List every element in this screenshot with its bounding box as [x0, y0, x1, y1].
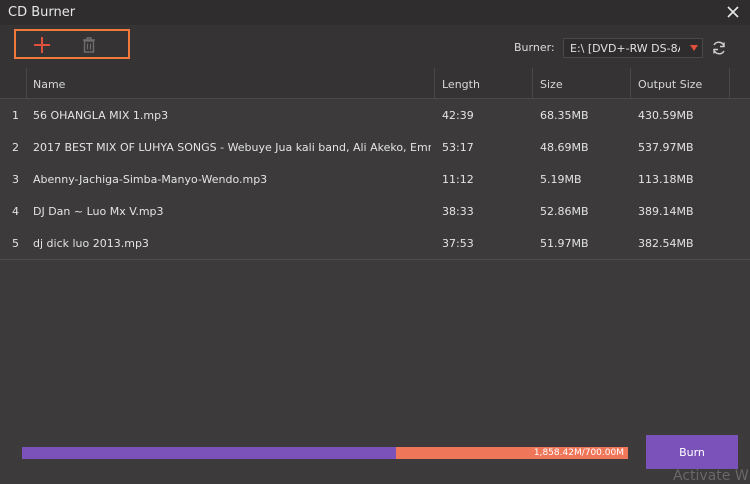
row-length: 42:39 — [442, 109, 474, 122]
row-output-size: 537.97MB — [638, 141, 694, 154]
row-output-size: 113.18MB — [638, 173, 694, 186]
row-name: dj dick luo 2013.mp3 — [33, 237, 149, 250]
row-output-size: 389.14MB — [638, 205, 694, 218]
table-header: Name Length Size Output Size — [0, 68, 750, 99]
toolbar: Burner: E:\ [DVD+-RW DS-8A8SI — [0, 25, 750, 68]
activation-watermark: Activate W — [673, 468, 749, 484]
row-name: Abenny-Jachiga-Simba-Manyo-Wendo.mp3 — [33, 173, 268, 186]
row-output-size: 382.54MB — [638, 237, 694, 250]
row-index: 1 — [12, 109, 19, 122]
title-bar: CD Burner — [0, 0, 750, 25]
row-size: 51.97MB — [540, 237, 589, 250]
window-title: CD Burner — [8, 5, 76, 20]
row-length: 11:12 — [442, 173, 474, 186]
row-length: 53:17 — [442, 141, 474, 154]
column-divider — [434, 68, 435, 98]
row-index: 3 — [12, 173, 19, 186]
row-index: 2 — [12, 141, 19, 154]
row-name: 56 OHANGLA MIX 1.mp3 — [33, 109, 169, 122]
row-size: 5.19MB — [540, 173, 582, 186]
burn-button[interactable]: Burn — [646, 435, 738, 469]
row-size: 68.35MB — [540, 109, 589, 122]
capacity-progress-bar: 1,858.42M/700.00M — [22, 447, 628, 459]
row-index: 5 — [12, 237, 19, 250]
burner-select[interactable]: E:\ [DVD+-RW DS-8A8SI — [563, 38, 703, 58]
column-divider — [26, 68, 27, 98]
row-length: 38:33 — [442, 205, 474, 218]
refresh-icon[interactable] — [711, 40, 727, 56]
column-header-length[interactable]: Length — [442, 78, 480, 91]
column-header-name[interactable]: Name — [33, 78, 65, 91]
table-row[interactable]: 3 Abenny-Jachiga-Simba-Manyo-Wendo.mp3 1… — [0, 163, 750, 196]
row-length: 37:53 — [442, 237, 474, 250]
row-size: 48.69MB — [540, 141, 589, 154]
capacity-progress-text: 1,858.42M/700.00M — [533, 448, 624, 458]
capacity-progress-fill — [22, 447, 396, 459]
column-divider — [532, 68, 533, 98]
table-row[interactable]: 1 56 OHANGLA MIX 1.mp3 42:39 68.35MB 430… — [0, 99, 750, 132]
column-header-size[interactable]: Size — [540, 78, 563, 91]
column-divider — [630, 68, 631, 98]
table-row[interactable]: 2 2017 BEST MIX OF LUHYA SONGS - Webuye … — [0, 131, 750, 164]
row-output-size: 430.59MB — [638, 109, 694, 122]
plus-icon[interactable] — [32, 35, 52, 55]
burner-select-value: E:\ [DVD+-RW DS-8A8SI — [570, 42, 680, 55]
column-header-output-size[interactable]: Output Size — [638, 78, 702, 91]
table-row[interactable]: 5 dj dick luo 2013.mp3 37:53 51.97MB 382… — [0, 227, 750, 260]
file-actions-group — [14, 29, 130, 59]
chevron-down-icon[interactable] — [690, 45, 698, 51]
row-name: DJ Dan ~ Luo Mx V.mp3 — [33, 205, 164, 218]
table-row[interactable]: 4 DJ Dan ~ Luo Mx V.mp3 38:33 52.86MB 38… — [0, 195, 750, 228]
row-index: 4 — [12, 205, 19, 218]
row-name: 2017 BEST MIX OF LUHYA SONGS - Webuye Ju… — [33, 141, 431, 154]
column-divider — [729, 68, 730, 98]
burner-label: Burner: — [514, 41, 555, 54]
trash-icon[interactable] — [80, 36, 98, 54]
row-size: 52.86MB — [540, 205, 589, 218]
close-icon[interactable] — [724, 3, 742, 21]
